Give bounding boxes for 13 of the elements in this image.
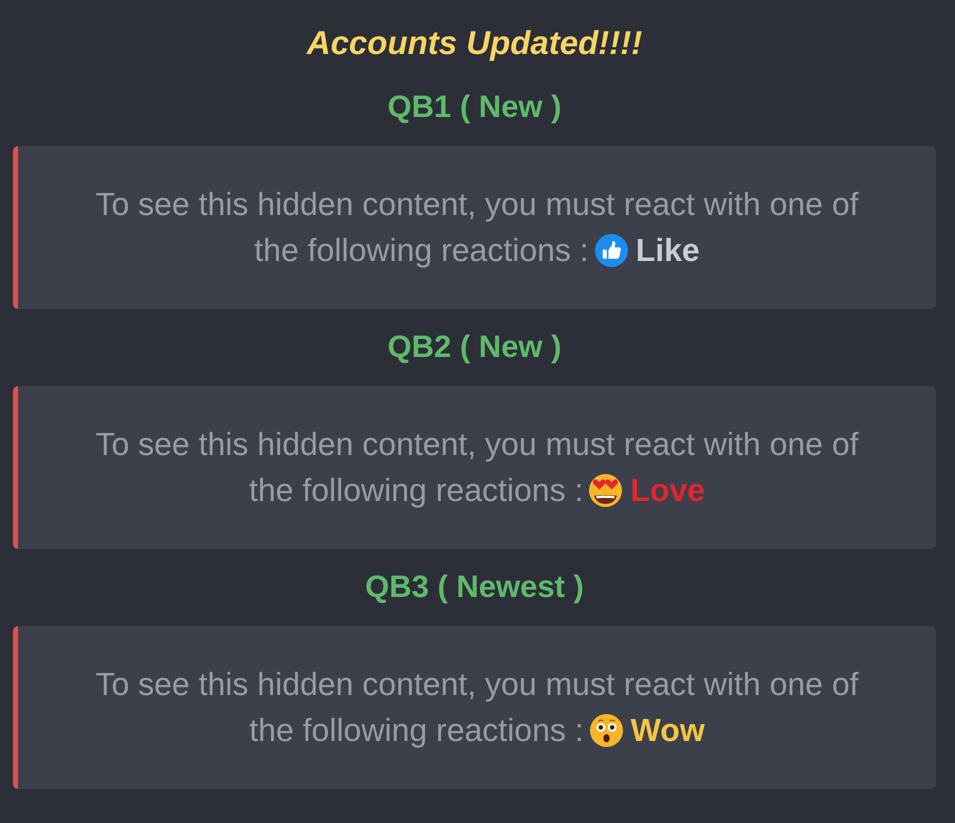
heart-eyes-emoji-icon [589,474,622,507]
surprised-face-emoji-icon [590,714,623,747]
reaction-label: Wow [630,712,705,748]
section-heading: QB2 ( New ) [386,328,562,366]
section-heading: QB1 ( New ) [386,88,562,126]
thumbs-up-icon [594,234,628,267]
notice-text: To see this hidden content, you must react with one of the following reactions : Like [94,185,860,270]
notice-text: To see this hidden content, you must react with one of the following reactions : Wow [94,665,860,750]
page-title: Accounts Updated!!!! [305,23,644,63]
section-heading: QB3 ( Newest ) [364,568,585,606]
reaction-label: Like [636,232,700,268]
reaction-label: Love [630,472,706,508]
notice-text: To see this hidden content, you must react with one of the following reactions : Love [94,425,860,510]
